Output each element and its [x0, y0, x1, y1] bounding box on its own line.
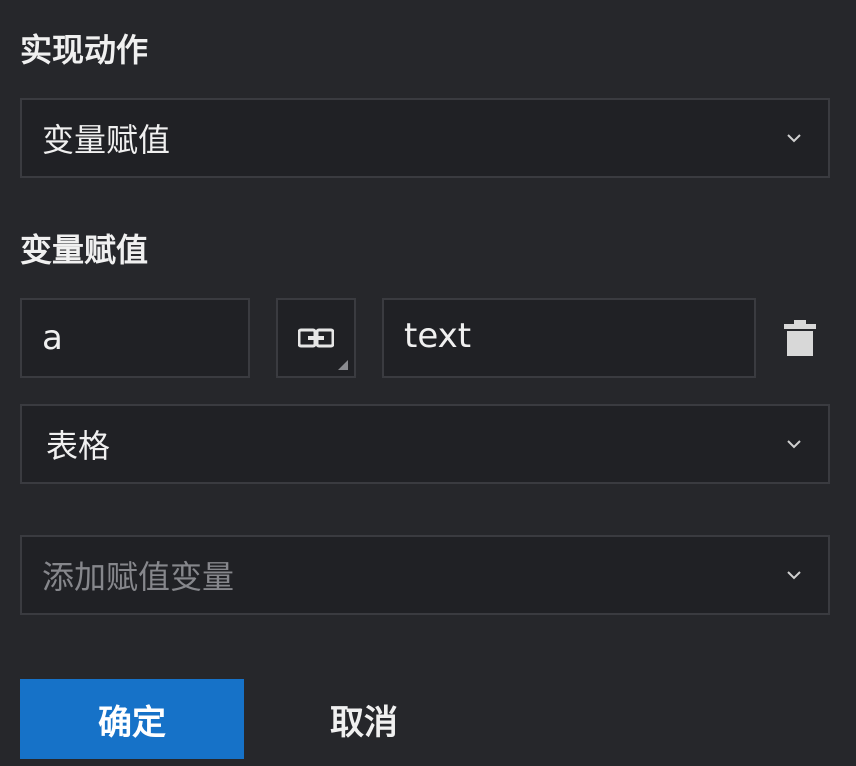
source-select-value: 表格: [46, 427, 111, 465]
chevron-down-icon: [787, 134, 801, 143]
confirm-button[interactable]: 确定: [20, 679, 244, 759]
link-icon: [298, 328, 334, 348]
chevron-down-icon: [787, 440, 801, 449]
chevron-down-icon: [787, 571, 801, 580]
add-variable-placeholder: 添加赋值变量: [42, 558, 235, 596]
variable-name-value: a: [42, 318, 63, 358]
add-variable-select[interactable]: 添加赋值变量: [20, 535, 830, 615]
variable-name-input[interactable]: a: [20, 298, 250, 378]
value-text: text: [404, 316, 472, 356]
assign-label: 变量赋值: [20, 231, 149, 269]
action-select-value: 变量赋值: [42, 121, 171, 159]
trash-icon[interactable]: [783, 320, 817, 356]
dropdown-corner-icon: [338, 360, 348, 370]
cancel-button[interactable]: 取消: [284, 679, 444, 759]
link-toggle-button[interactable]: [276, 298, 356, 378]
action-label: 实现动作: [20, 31, 149, 69]
source-select[interactable]: 表格: [20, 404, 830, 484]
value-input[interactable]: text: [382, 298, 756, 378]
action-select[interactable]: 变量赋值: [20, 98, 830, 178]
